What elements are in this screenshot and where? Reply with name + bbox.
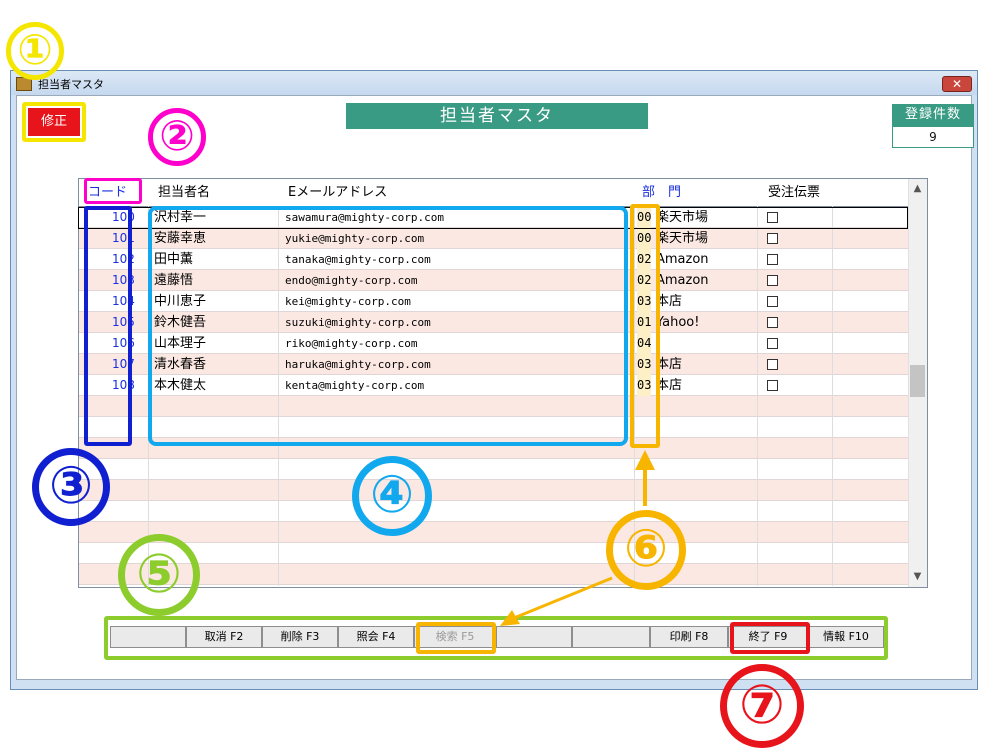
annotation-box-7	[730, 622, 810, 654]
annotation-7: ⑦	[720, 664, 804, 748]
annotation-arrows	[500, 450, 655, 626]
